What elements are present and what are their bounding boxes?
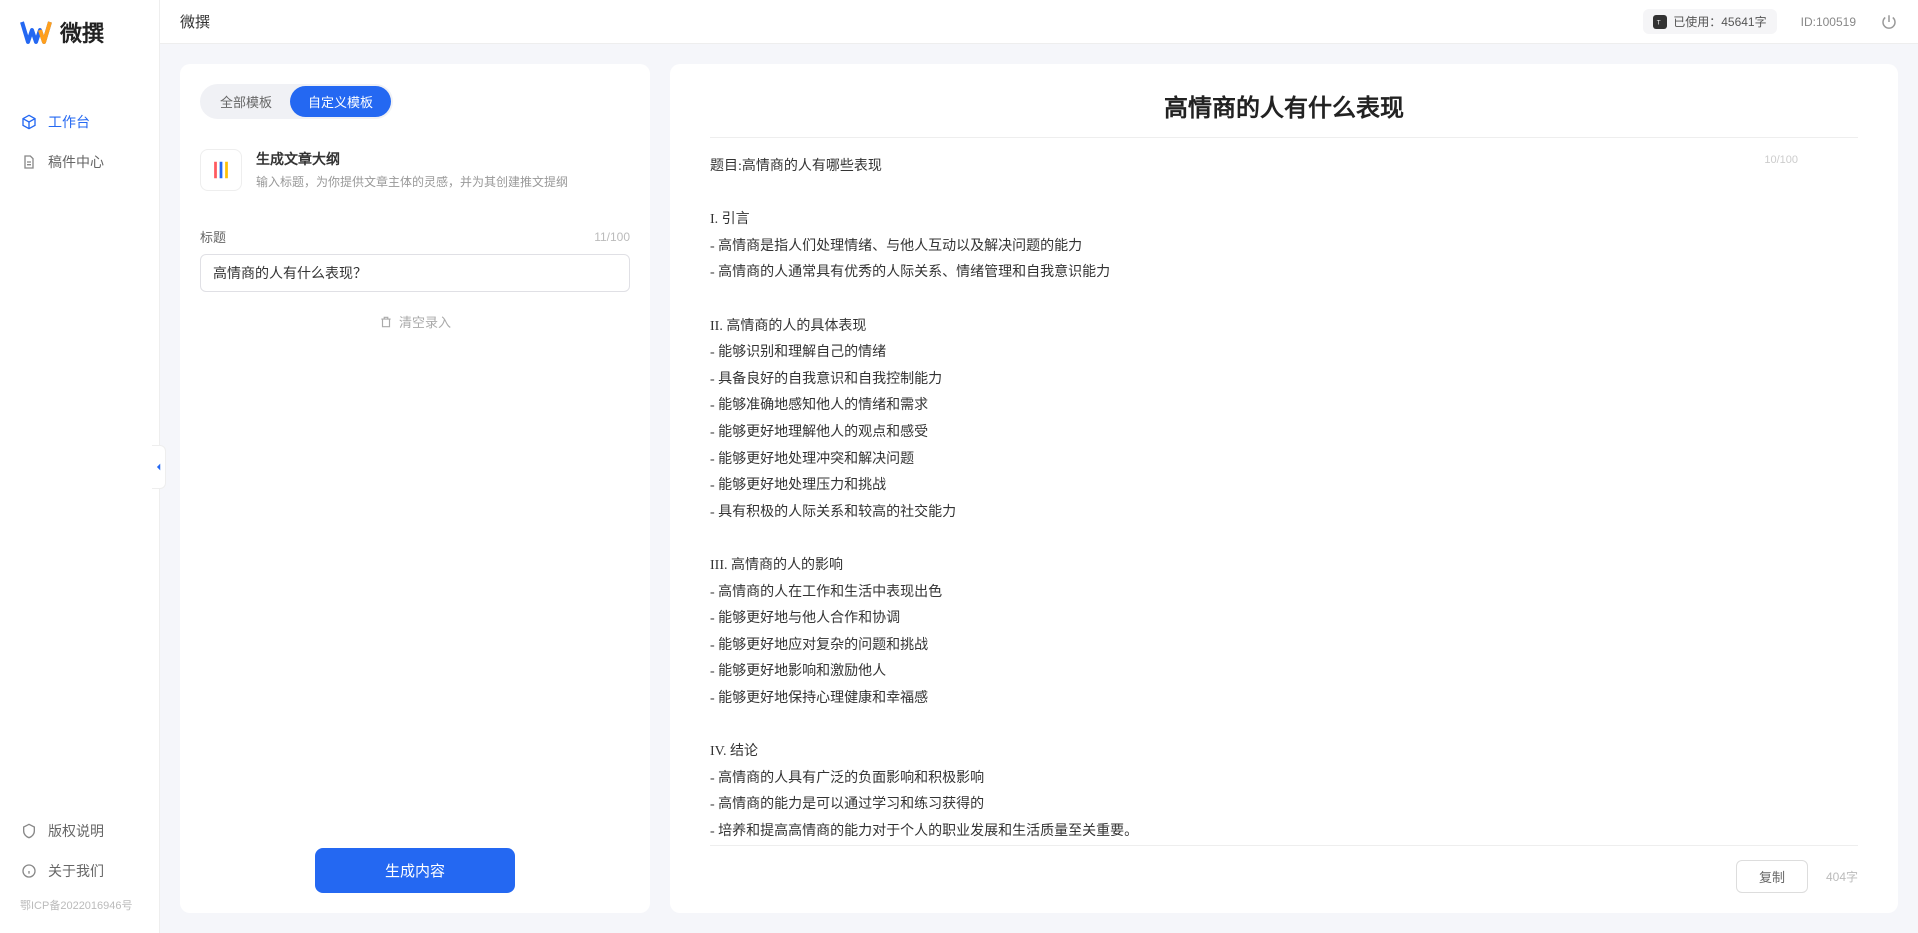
sidebar-item-about[interactable]: 关于我们 xyxy=(0,851,159,891)
logo-icon xyxy=(20,16,52,48)
clear-label: 清空录入 xyxy=(399,312,451,331)
text-badge-icon: T xyxy=(1653,15,1667,29)
sidebar-item-label: 工作台 xyxy=(48,112,90,132)
tab-custom-templates[interactable]: 自定义模板 xyxy=(290,86,391,117)
sidebar-nav: 工作台 稿件中心 xyxy=(0,72,159,811)
output-title-count: 10/100 xyxy=(1764,154,1798,166)
topbar-title: 微撰 xyxy=(180,11,1643,32)
svg-text:T: T xyxy=(1657,19,1661,26)
template-tabs: 全部模板 自定义模板 xyxy=(200,84,393,119)
output-body[interactable]: 题目:高情商的人有哪些表现 I. 引言 - 高情商是指人们处理情绪、与他人互动以… xyxy=(710,154,1858,845)
sidebar: 微撰 工作台 稿件中心 版权说明 xyxy=(0,0,160,933)
template-title: 生成文章大纲 xyxy=(256,149,630,169)
title-label: 标题 xyxy=(200,227,226,246)
logo-text: 微撰 xyxy=(60,16,104,48)
output-panel: 高情商的人有什么表现 10/100 题目:高情商的人有哪些表现 I. 引言 - … xyxy=(670,64,1898,913)
clear-input-button[interactable]: 清空录入 xyxy=(200,312,630,331)
copy-button[interactable]: 复制 xyxy=(1736,860,1808,893)
sidebar-item-drafts[interactable]: 稿件中心 xyxy=(0,142,159,182)
usage-value: 45641字 xyxy=(1721,13,1766,30)
output-footer: 复制 404字 xyxy=(710,845,1858,893)
sidebar-collapse-handle[interactable] xyxy=(152,445,166,489)
template-icon xyxy=(200,149,242,191)
sidebar-item-label: 关于我们 xyxy=(48,861,104,881)
app-logo: 微撰 xyxy=(0,0,159,72)
output-title[interactable]: 高情商的人有什么表现 xyxy=(710,88,1858,123)
output-word-count: 404字 xyxy=(1826,868,1858,885)
cube-icon xyxy=(20,113,38,131)
sidebar-footer: 版权说明 关于我们 鄂ICP备2022016946号 xyxy=(0,811,159,933)
template-info: 生成文章大纲 输入标题，为你提供文章主体的灵感，并为其创建推文提纲 xyxy=(256,149,630,190)
sidebar-item-copyright[interactable]: 版权说明 xyxy=(0,811,159,851)
title-char-count: 11/100 xyxy=(594,230,630,244)
content: 全部模板 自定义模板 生成文章大纲 输入标题，为你提供文章主体的灵感，并为其创建… xyxy=(160,44,1918,933)
input-panel: 全部模板 自定义模板 生成文章大纲 输入标题，为你提供文章主体的灵感，并为其创建… xyxy=(180,64,650,913)
usage-badge[interactable]: T 已使用： 45641字 xyxy=(1643,9,1776,34)
generate-button[interactable]: 生成内容 xyxy=(315,848,515,893)
template-card[interactable]: 生成文章大纲 输入标题，为你提供文章主体的灵感，并为其创建推文提纲 xyxy=(200,137,630,203)
tab-all-templates[interactable]: 全部模板 xyxy=(202,86,290,117)
icp-text: 鄂ICP备2022016946号 xyxy=(0,891,159,923)
user-id: ID:100519 xyxy=(1801,15,1856,29)
sidebar-item-label: 版权说明 xyxy=(48,821,104,841)
sidebar-item-label: 稿件中心 xyxy=(48,152,104,172)
main: 微撰 T 已使用： 45641字 ID:100519 全部模板 自定义模板 xyxy=(160,0,1918,933)
usage-prefix: 已使用： xyxy=(1673,13,1721,30)
form-title-section: 标题 11/100 xyxy=(200,227,630,292)
shield-icon xyxy=(20,822,38,840)
power-icon[interactable] xyxy=(1880,13,1898,31)
trash-icon xyxy=(379,315,393,329)
title-input[interactable] xyxy=(200,254,630,292)
topbar: 微撰 T 已使用： 45641字 ID:100519 xyxy=(160,0,1918,44)
info-icon xyxy=(20,862,38,880)
template-desc: 输入标题，为你提供文章主体的灵感，并为其创建推文提纲 xyxy=(256,173,630,190)
document-icon xyxy=(20,153,38,171)
sidebar-item-workbench[interactable]: 工作台 xyxy=(0,102,159,142)
